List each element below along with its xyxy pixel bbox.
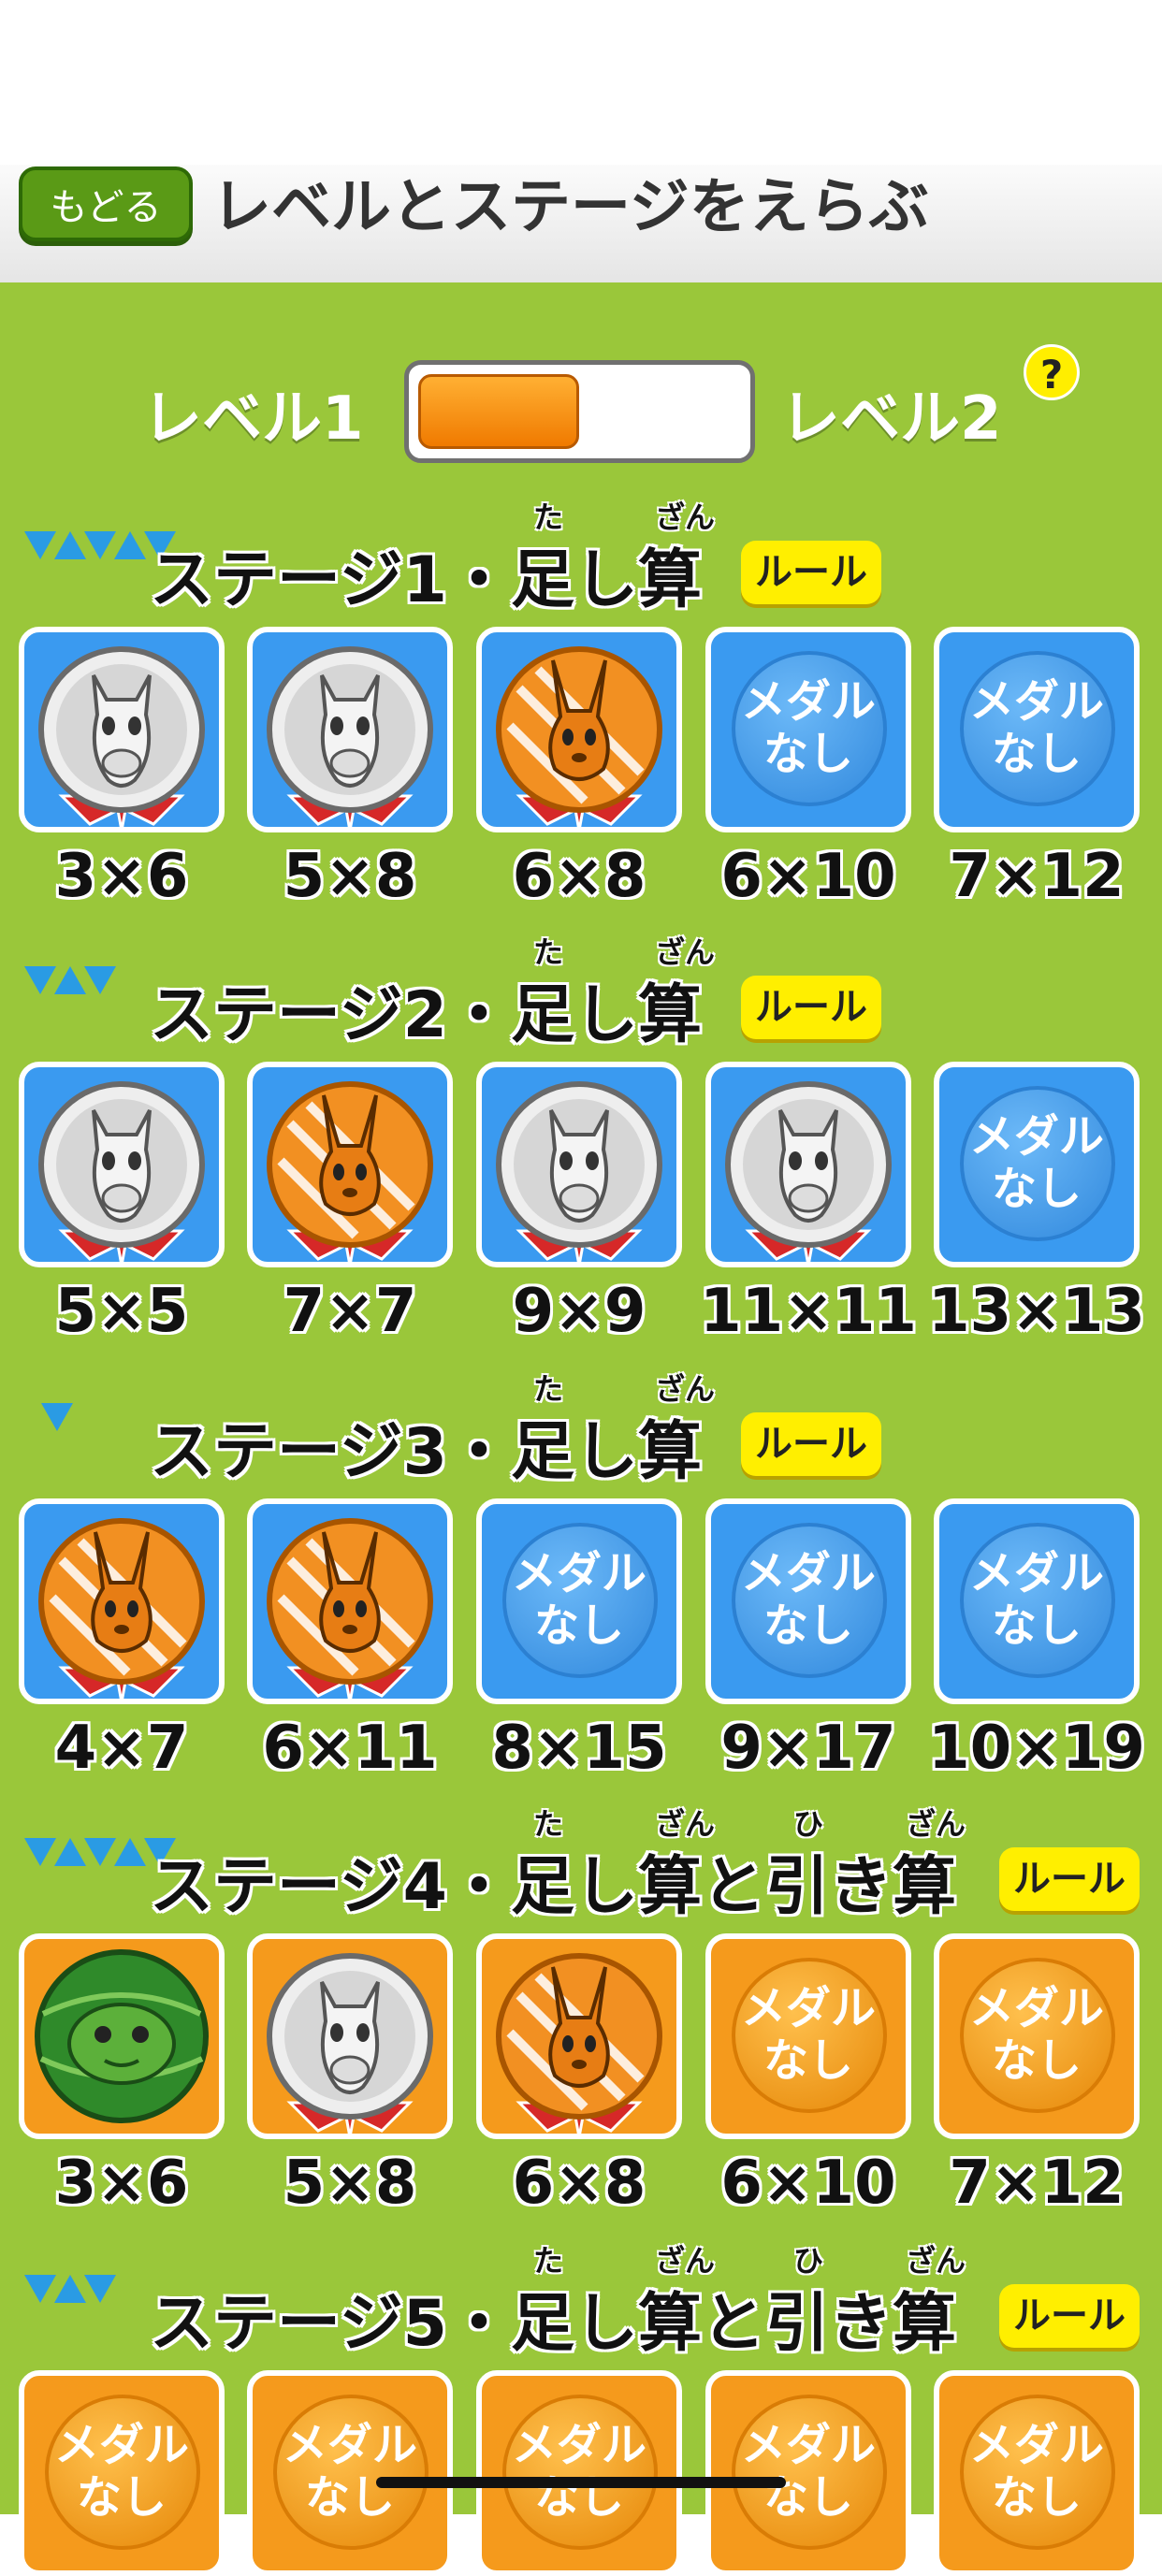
stage-header: ステージ5・足し算と引き算たざんひざん ルール <box>0 2237 1162 2361</box>
grid-size-label: 7×12 <box>949 842 1125 911</box>
rule-button[interactable]: ルール <box>741 1412 881 1476</box>
rule-button[interactable]: ルール <box>999 1847 1140 1911</box>
stage-size-tile[interactable]: メダル なし <box>705 1933 911 2139</box>
stage-header: ステージ1・足し算 た ざん ルール <box>0 494 1162 617</box>
no-medal-label: メダル なし <box>53 2419 189 2524</box>
no-medal-label: メダル なし <box>968 2419 1104 2524</box>
no-medal-label: メダル なし <box>968 1982 1104 2087</box>
grid-size-label: 3×6 <box>54 2149 189 2218</box>
help-icon[interactable]: ? <box>1024 344 1080 400</box>
stage-title: ステージ1・足し算 <box>150 543 702 617</box>
furigana-label: ざん <box>655 2243 716 2279</box>
rule-button[interactable]: ルール <box>999 2284 1140 2348</box>
no-medal-label: メダル なし <box>968 675 1104 780</box>
stage-size-tile[interactable] <box>19 627 225 832</box>
level-toggle-knob[interactable] <box>418 374 579 449</box>
grid-size-label: 4×7 <box>54 1714 189 1783</box>
furigana-label: ひ <box>793 2243 824 2279</box>
furigana-label: ざん <box>906 1806 966 1842</box>
no-medal-label: メダル なし <box>511 1547 646 1652</box>
stage-size-tile[interactable]: メダル なし <box>934 627 1140 832</box>
grid-size-label: 3×6 <box>54 842 189 911</box>
furigana-label: ざん <box>655 934 716 970</box>
stage-size-tile[interactable]: メダル なし <box>934 1933 1140 2139</box>
grid-size-label: 5×8 <box>283 2149 417 2218</box>
stage-size-tile[interactable]: メダル なし <box>934 1062 1140 1267</box>
stage-size-tile[interactable]: メダル なし <box>247 2370 453 2576</box>
difficulty-icon <box>41 1403 73 1431</box>
stage-size-tile[interactable] <box>247 1933 453 2139</box>
stage-size-tile[interactable]: メダル なし <box>19 2370 225 2576</box>
grid-size-label: 7×12 <box>949 2149 1125 2218</box>
stage-size-tile[interactable]: メダル なし <box>705 627 911 832</box>
stage-size-tile[interactable]: メダル なし <box>934 2370 1140 2576</box>
level-toggle[interactable] <box>404 360 755 463</box>
grid-size-label: 10×19 <box>928 1714 1145 1783</box>
back-button[interactable]: もどる <box>19 166 193 241</box>
grid-size-label: 11×11 <box>700 1277 917 1346</box>
page-title: レベルとステージをえらぶ <box>211 173 929 242</box>
furigana-label: た <box>533 1371 564 1407</box>
stage-size-tile[interactable] <box>247 1498 453 1704</box>
furigana-label: た <box>533 934 564 970</box>
stage-size-tile[interactable]: メダル なし <box>934 1498 1140 1704</box>
grid-size-label: 6×11 <box>262 1714 438 1783</box>
no-medal-label: メダル なし <box>740 675 876 780</box>
grid-size-label: 6×10 <box>720 2149 896 2218</box>
grid-size-label: 5×8 <box>283 842 417 911</box>
stage-size-tile[interactable]: メダル なし <box>705 2370 911 2576</box>
furigana-label: ざん <box>906 2243 966 2279</box>
grid-size-label: 6×8 <box>512 2149 646 2218</box>
no-medal-label: メダル なし <box>740 2419 876 2524</box>
furigana-label: た <box>533 499 564 535</box>
grid-size-label: 6×8 <box>512 842 646 911</box>
stage-title: ステージ4・足し算と引き算 <box>150 1850 956 1924</box>
stage-size-tile[interactable] <box>705 1062 911 1267</box>
stage-title: ステージ3・足し算 <box>150 1415 702 1489</box>
furigana-label: ざん <box>655 1806 716 1842</box>
furigana-label: ざん <box>655 1371 716 1407</box>
no-medal-label: メダル なし <box>282 2419 417 2524</box>
stage-size-tile[interactable]: メダル なし <box>476 2370 682 2576</box>
no-medal-label: メダル なし <box>968 1110 1104 1215</box>
stage-header: ステージ4・足し算と引き算たざんひざん ルール <box>0 1801 1162 1924</box>
furigana-label: ざん <box>655 499 716 535</box>
rule-button[interactable]: ルール <box>741 976 881 1039</box>
level-1-label[interactable]: レベル1 <box>142 370 364 456</box>
difficulty-icon <box>24 2275 116 2303</box>
stage-title: ステージ2・足し算 <box>150 978 702 1052</box>
stage-size-tile[interactable]: メダル なし <box>476 1498 682 1704</box>
furigana-label: ひ <box>793 1806 824 1842</box>
stage-size-tile[interactable] <box>19 1933 225 2139</box>
stage-size-tile[interactable] <box>19 1062 225 1267</box>
no-medal-label: メダル なし <box>968 1547 1104 1652</box>
grid-size-label: 5×5 <box>54 1277 189 1346</box>
stage-size-tile[interactable] <box>19 1498 225 1704</box>
stage-header: ステージ2・足し算 た ざん ルール <box>0 929 1162 1052</box>
stage-header: ステージ3・足し算 た ざん ルール <box>0 1366 1162 1489</box>
grid-size-label: 13×13 <box>928 1277 1145 1346</box>
furigana-label: た <box>533 1806 564 1842</box>
stage-size-tile[interactable] <box>247 1062 453 1267</box>
no-medal-label: メダル なし <box>740 1547 876 1652</box>
level-2-label[interactable]: レベル2 <box>780 370 1002 456</box>
grid-size-label: 8×15 <box>491 1714 667 1783</box>
difficulty-icon <box>24 966 116 994</box>
stage-size-tile[interactable]: メダル なし <box>705 1498 911 1704</box>
stage-size-tile[interactable] <box>476 627 682 832</box>
no-medal-label: メダル なし <box>511 2419 646 2524</box>
rule-button[interactable]: ルール <box>741 541 881 604</box>
grid-size-label: 9×9 <box>512 1277 646 1346</box>
grid-size-label: 7×7 <box>283 1277 417 1346</box>
home-indicator <box>376 2477 786 2488</box>
stage-size-tile[interactable] <box>476 1062 682 1267</box>
grid-size-label: 9×17 <box>720 1714 896 1783</box>
stage-size-tile[interactable] <box>247 627 453 832</box>
stage-size-tile[interactable] <box>476 1933 682 2139</box>
stage-title: ステージ5・足し算と引き算 <box>150 2287 956 2361</box>
grid-size-label: 6×10 <box>720 842 896 911</box>
no-medal-label: メダル なし <box>740 1982 876 2087</box>
furigana-label: た <box>533 2243 564 2279</box>
